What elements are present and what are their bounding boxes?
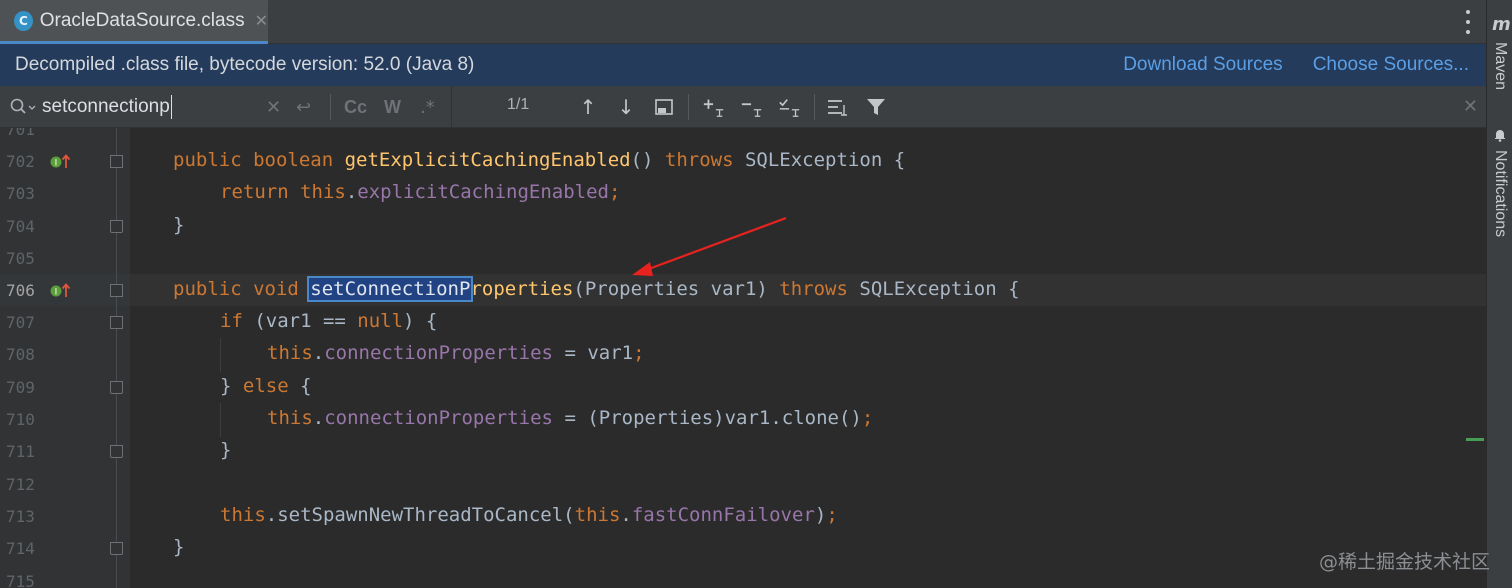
fold-end-marker-icon[interactable] [110, 445, 123, 458]
download-sources-link[interactable]: Download Sources [1123, 54, 1282, 76]
decompiled-notice-banner: Decompiled .class file, bytecode version… [0, 44, 1486, 86]
fold-marker-icon[interactable] [110, 316, 123, 329]
code-line: 708 this.connectionProperties = var1; [6, 342, 645, 364]
text-caret [171, 95, 172, 119]
match-case-toggle[interactable]: Cc [344, 96, 367, 118]
code-editor[interactable]: 701 702 I public boolean getExplicitCach… [0, 128, 1486, 588]
fold-marker-icon[interactable] [110, 284, 123, 297]
code-line: 701 [6, 128, 35, 139]
error-stripe-marker[interactable] [1466, 438, 1484, 441]
match-count: 1/1 [507, 96, 530, 113]
bell-icon[interactable] [1493, 128, 1507, 142]
svg-text:I: I [55, 288, 58, 298]
close-search-icon[interactable]: ✕ [1463, 96, 1478, 117]
maven-icon[interactable]: m [1492, 14, 1511, 35]
fold-end-marker-icon[interactable] [110, 220, 123, 233]
select-all-occurrences-icon[interactable] [778, 95, 802, 119]
search-match-highlight: setConnectionP [307, 276, 474, 302]
fold-end-marker-icon[interactable] [110, 381, 123, 394]
tab-oracle-data-source[interactable]: C OracleDataSource.class ✕ [0, 0, 268, 44]
class-icon: C [14, 10, 33, 31]
editor-tab-bar: C OracleDataSource.class ✕ [0, 0, 1486, 44]
tab-title: OracleDataSource.class [39, 9, 245, 31]
notifications-tool-window-button[interactable]: Notifications [1491, 150, 1509, 237]
maven-tool-window-button[interactable]: Maven [1491, 42, 1509, 90]
code-line: 713 this.setSpawnNewThreadToCancel(this.… [6, 504, 838, 526]
more-options-icon[interactable] [1458, 10, 1478, 34]
code-line: 707 if (var1 == null) { [6, 310, 438, 332]
clear-search-icon[interactable]: ✕ [266, 96, 281, 118]
filter-icon[interactable] [864, 95, 888, 119]
code-line: 710 this.connectionProperties = (Propert… [6, 407, 874, 429]
previous-occurrence-icon[interactable]: ↑ [576, 95, 600, 119]
code-line: 703 return this.explicitCachingEnabled; [6, 181, 621, 203]
remove-occurrence-icon[interactable] [740, 95, 764, 119]
search-box: ✕ ↩ Cc W .* [0, 86, 452, 128]
next-occurrence-icon[interactable]: ↓ [614, 95, 638, 119]
search-input[interactable] [42, 94, 262, 120]
implements-method-icon[interactable]: I [50, 282, 72, 298]
filter-search-results-icon[interactable] [826, 95, 850, 119]
add-occurrence-icon[interactable] [702, 95, 726, 119]
code-line: 715 [6, 572, 35, 588]
code-line: 702 I public boolean getExplicitCachingE… [6, 149, 906, 171]
open-in-window-icon[interactable] [652, 95, 676, 119]
fold-marker-icon[interactable] [110, 155, 123, 168]
close-icon[interactable]: ✕ [255, 11, 268, 31]
code-line: 714 } [6, 536, 185, 558]
code-line: 709 } else { [6, 375, 312, 397]
whole-words-toggle[interactable]: W [384, 96, 401, 118]
right-tool-strip: m Maven Notifications [1486, 0, 1512, 588]
code-line: 712 [6, 475, 35, 494]
new-line-icon[interactable]: ↩ [296, 96, 311, 118]
code-line: 711 } [6, 439, 232, 461]
choose-sources-link[interactable]: Choose Sources... [1313, 54, 1469, 76]
banner-message: Decompiled .class file, bytecode version… [15, 54, 475, 75]
fold-end-marker-icon[interactable] [110, 542, 123, 555]
annotation-arrow [632, 216, 787, 276]
search-icon[interactable] [10, 98, 40, 116]
implements-method-icon[interactable]: I [50, 153, 72, 169]
find-bar: ✕ ↩ Cc W .* 1/1 ↑ ↓ ✕ [0, 86, 1486, 128]
watermark: @稀土掘金技术社区 [1318, 551, 1490, 573]
svg-text:I: I [55, 159, 58, 169]
regex-toggle[interactable]: .* [420, 96, 435, 118]
